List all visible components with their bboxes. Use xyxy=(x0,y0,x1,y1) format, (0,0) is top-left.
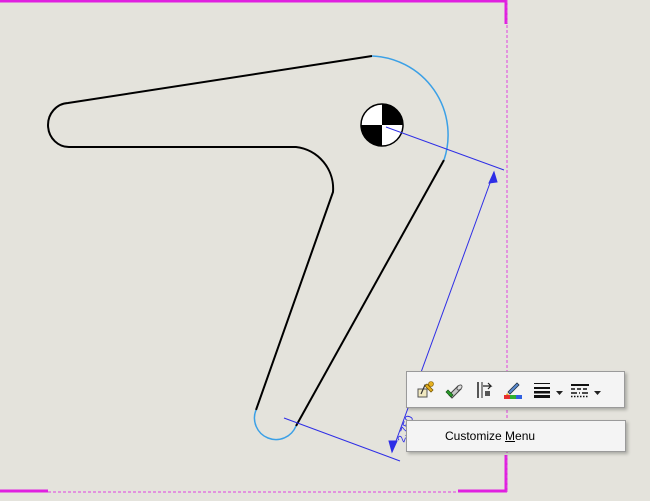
menu-item-label: Customize Menu xyxy=(445,429,536,443)
sketch-outline[interactable] xyxy=(47,55,373,411)
appearance-icon xyxy=(503,380,523,400)
line-style-dropdown[interactable] xyxy=(593,377,601,403)
dimension-2750[interactable] xyxy=(283,126,505,462)
line-thickness-dropdown[interactable] xyxy=(555,377,563,403)
context-menu: Customize Menu xyxy=(406,420,626,452)
dropdown-arrow-icon xyxy=(555,380,563,399)
edit-sketch-button[interactable] xyxy=(413,377,439,403)
appearance-button[interactable] xyxy=(500,377,526,403)
edit-sketch-icon xyxy=(416,380,436,400)
context-toolbar xyxy=(406,371,625,408)
selected-bottom-arc[interactable] xyxy=(253,409,297,441)
rebuild-button[interactable] xyxy=(471,377,497,403)
center-of-mass-symbol[interactable] xyxy=(360,103,404,147)
edit-feature-button[interactable] xyxy=(442,377,468,403)
dropdown-arrow-icon xyxy=(593,380,601,399)
customize-menu-item[interactable]: Customize Menu xyxy=(411,425,621,447)
line-thickness-button[interactable] xyxy=(529,377,555,403)
menu-mnemonic: M xyxy=(505,429,516,443)
edit-feature-icon xyxy=(445,380,465,400)
line-style-button[interactable] xyxy=(567,377,593,403)
line-thickness-icon xyxy=(532,380,552,400)
rebuild-icon xyxy=(474,380,494,400)
line-style-icon xyxy=(570,380,590,400)
